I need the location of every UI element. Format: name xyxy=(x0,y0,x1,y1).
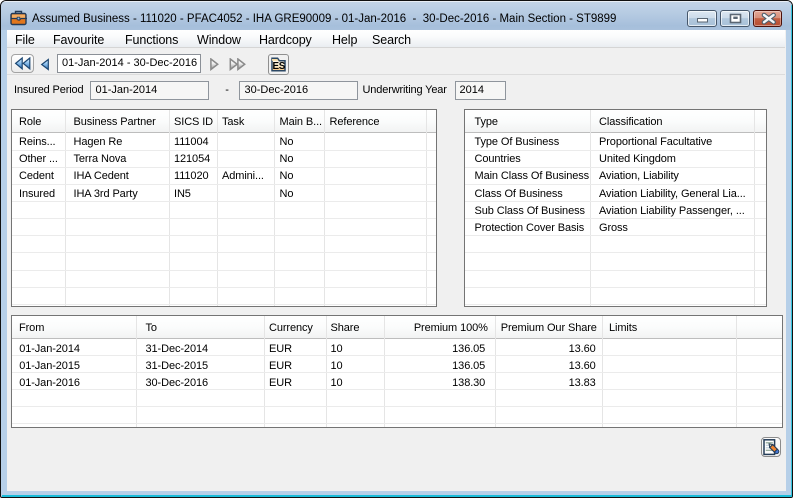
svg-text:ES: ES xyxy=(272,61,285,72)
